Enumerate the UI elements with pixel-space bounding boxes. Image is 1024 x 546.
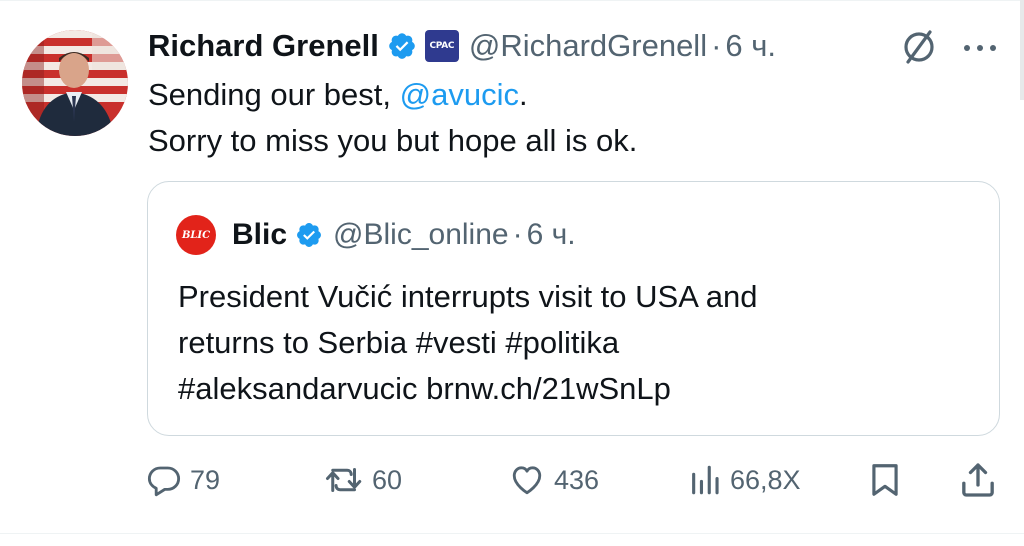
verified-badge-icon[interactable] xyxy=(295,221,323,249)
more-options-icon[interactable] xyxy=(958,34,1002,62)
repost-count: 60 xyxy=(372,464,403,495)
bottom-divider xyxy=(0,533,1024,534)
author-name[interactable]: Richard Grenell xyxy=(148,28,379,64)
bookmark-icon xyxy=(872,464,898,496)
quoted-author-name[interactable]: Blic xyxy=(232,218,287,252)
reply-count: 79 xyxy=(190,464,221,495)
tweet-timestamp[interactable]: 6 ч. xyxy=(725,28,776,64)
affiliation-badge[interactable]: CPAC xyxy=(424,30,459,62)
quoted-text-line-1: President Vučić interrupts visit to USA … xyxy=(178,279,758,314)
views-count: 66,8X xyxy=(730,464,801,495)
share-icon xyxy=(962,463,994,497)
tweet-text: Sending our best, @avucic. Sorry to miss… xyxy=(148,72,888,164)
quoted-author-avatar[interactable]: BLIC xyxy=(176,215,216,255)
action-bar: 79 60 436 66,8X xyxy=(0,452,1024,508)
quoted-text-line-2: returns to Serbia #vesti #politika xyxy=(178,325,620,360)
tweet-header: Richard Grenell CPAC @RichardGrenell · 6… xyxy=(148,24,776,68)
author-handle[interactable]: @RichardGrenell xyxy=(469,28,707,64)
mention-link[interactable]: @avucic xyxy=(400,77,519,112)
quoted-text-line-3: #aleksandarvucic brnw.ch/21wSnLp xyxy=(178,371,671,406)
affiliation-badge-text: CPAC xyxy=(429,41,455,51)
quoted-tweet-card[interactable]: BLIC Blic @Blic_online · 6 ч. President … xyxy=(147,181,1000,436)
author-avatar[interactable] xyxy=(22,30,128,136)
scrollbar[interactable] xyxy=(1020,0,1024,100)
header-separator: · xyxy=(711,28,722,63)
tweet-text-line-2: Sorry to miss you but hope all is ok. xyxy=(148,123,638,158)
views-icon xyxy=(692,465,719,495)
quoted-avatar-logo-text: BLIC xyxy=(181,229,211,241)
share-button[interactable] xyxy=(958,460,998,500)
quoted-tweet-header: BLIC Blic @Blic_online · 6 ч. xyxy=(176,215,576,255)
views-button[interactable]: 66,8X xyxy=(688,460,801,500)
quoted-header-separator: · xyxy=(512,218,523,251)
quoted-tweet-text: President Vučić interrupts visit to USA … xyxy=(178,274,938,412)
heart-icon xyxy=(512,466,542,495)
tweet-text-suffix: . xyxy=(518,77,528,112)
verified-badge-icon[interactable] xyxy=(387,31,417,61)
repost-button[interactable]: 60 xyxy=(324,460,402,500)
reply-button[interactable]: 79 xyxy=(146,460,220,500)
tweet-text-line-1: Sending our best, @avucic. xyxy=(148,72,888,118)
top-divider xyxy=(0,0,1024,1)
repost-icon xyxy=(326,468,362,492)
quoted-author-handle[interactable]: @Blic_online xyxy=(333,218,509,252)
like-count: 436 xyxy=(554,464,600,495)
like-button[interactable]: 436 xyxy=(508,460,599,500)
bookmark-button[interactable] xyxy=(866,460,904,500)
tweet-text-prefix: Sending our best, xyxy=(148,77,400,112)
quoted-tweet-timestamp[interactable]: 6 ч. xyxy=(527,218,576,252)
grok-icon[interactable] xyxy=(900,28,938,66)
reply-icon xyxy=(147,466,181,497)
